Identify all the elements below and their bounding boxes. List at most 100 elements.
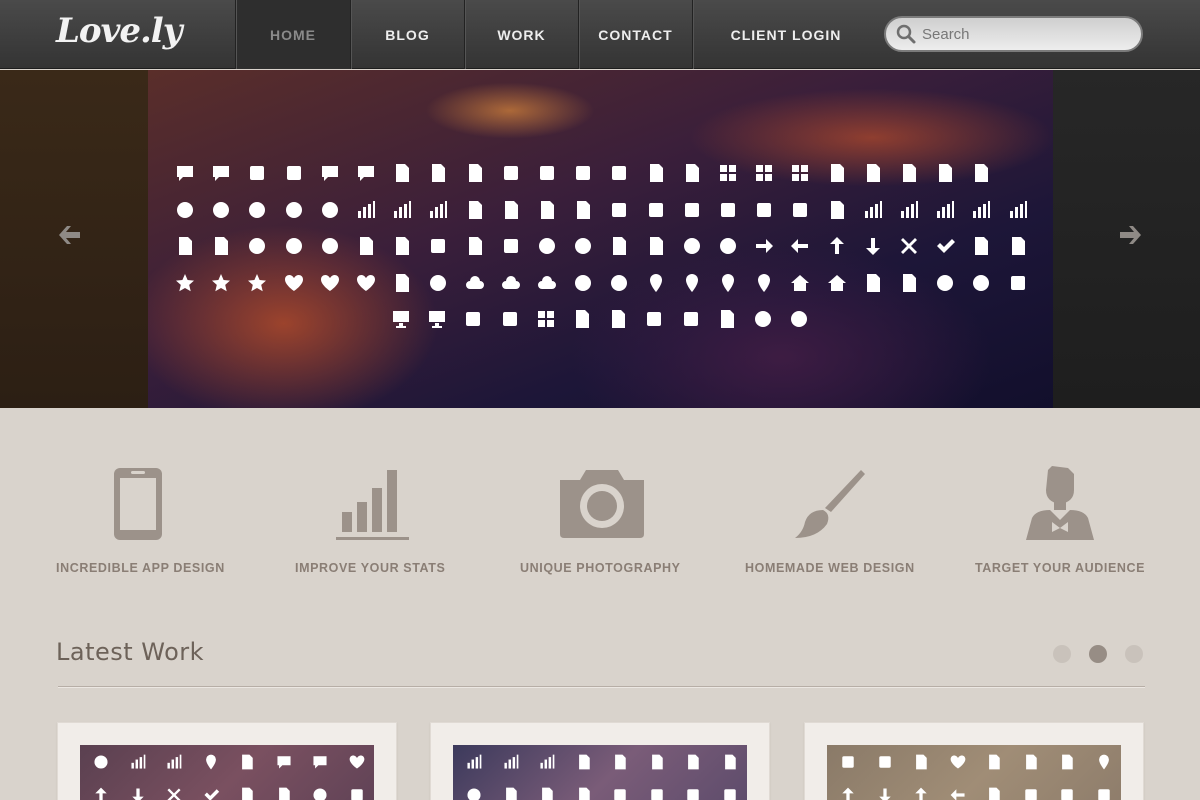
hero-set-circle-icon (249, 238, 266, 254)
bar-chart-icon (336, 470, 409, 540)
search-box[interactable] (884, 16, 1143, 52)
hero-set-doc-icon (215, 237, 229, 255)
hero-set-square-icon (757, 202, 772, 217)
nav-client-login[interactable]: CLIENT LOGIN (692, 0, 879, 69)
hero-set-arrowL-icon (791, 239, 809, 253)
arrow-right-icon[interactable] (1110, 215, 1150, 255)
nav-work[interactable]: WORK (464, 0, 578, 69)
hero-set-monitor-icon (393, 311, 409, 328)
icon-set-grid (148, 70, 1053, 408)
hero-set-circle-icon (285, 238, 302, 254)
top-nav-bar: Love.ly HOME BLOG WORK CONTACT CLIENT LO… (0, 0, 1200, 69)
person-icon (1026, 466, 1094, 540)
pager-dot-2[interactable] (1089, 645, 1107, 663)
hero-set-doc-icon (866, 164, 880, 182)
hero-set-grid-icon (756, 165, 773, 181)
hero-set-monitor-icon (429, 311, 446, 328)
thumb-check-icon (203, 789, 219, 800)
hero-slider (0, 70, 1200, 408)
search-icon (896, 24, 916, 44)
work-thumbnail-2 (453, 745, 747, 800)
thumb-bars-icon (167, 754, 182, 769)
work-card-1[interactable] (57, 722, 397, 800)
hero-set-doc-icon (576, 310, 589, 328)
thumb-x-icon (167, 788, 181, 800)
search-input[interactable] (922, 19, 1122, 49)
nav-contact[interactable]: CONTACT (578, 0, 692, 69)
hero-set-doc-icon (179, 237, 192, 255)
feature-label-web-design: HOMEMADE WEB DESIGN (745, 561, 915, 575)
hero-set-star-icon (176, 273, 194, 291)
thumb-doc-icon (1062, 754, 1073, 770)
thumb-down-icon (131, 788, 144, 800)
arrow-left-icon[interactable] (50, 215, 90, 255)
hero-set-doc-icon (468, 164, 482, 182)
work-card-2[interactable] (430, 722, 770, 800)
nav-home[interactable]: HOME (235, 0, 350, 69)
hero-set-x-icon (901, 238, 917, 254)
thumb-bars-icon (503, 754, 518, 769)
hero-set-square-icon (503, 239, 518, 253)
thumb-doc-icon (278, 787, 290, 800)
work-card-3[interactable] (804, 722, 1144, 800)
hero-set-doc-icon (613, 237, 627, 255)
thumb-square-icon (687, 789, 699, 800)
thumb-circle-icon (94, 755, 108, 769)
thumb-square-icon (1061, 789, 1073, 800)
hero-set-grid-icon (792, 165, 809, 181)
pager-dot-3[interactable] (1125, 645, 1143, 663)
thumb-doc-icon (989, 787, 1000, 800)
feature-label-app-design: INCREDIBLE APP DESIGN (56, 561, 225, 575)
hero-set-bars-icon (901, 200, 918, 218)
nav-blog-label: BLOG (385, 26, 430, 43)
hero-set-house-icon (791, 274, 810, 291)
hero-set-doc-icon (396, 273, 410, 292)
thumb-square-icon (350, 789, 363, 800)
feature-label-photography: UNIQUE PHOTOGRAPHY (520, 561, 681, 575)
hero-set-bars-icon (864, 200, 882, 218)
nav-blog[interactable]: BLOG (350, 0, 464, 69)
thumb-bars-icon (467, 754, 482, 769)
hero-set-doc-icon (396, 237, 410, 255)
hero-set-bars-icon (937, 200, 955, 218)
hero-set-bubble-icon (321, 166, 338, 181)
hero-set-doc-icon (468, 200, 482, 219)
thumb-doc-icon (578, 787, 590, 800)
hero-set-pin-icon (722, 273, 734, 292)
hero-set-house-icon (827, 274, 846, 291)
hero-set-doc-icon (975, 164, 989, 182)
site-logo[interactable]: Love.ly (56, 11, 182, 51)
hero-set-circle-icon (430, 274, 447, 291)
brush-icon (795, 470, 865, 538)
thumb-doc-icon (242, 754, 253, 770)
hero-set-doc-icon (720, 310, 734, 328)
hero-set-up-icon (829, 237, 844, 254)
hero-set-grid-icon (720, 165, 736, 181)
hero-set-check-icon (937, 239, 956, 253)
tablet-icon (114, 468, 162, 540)
thumb-bubble-icon (276, 756, 291, 769)
thumb-doc-icon (1025, 754, 1037, 770)
thumb-doc-icon (578, 754, 590, 770)
hero-set-pin-icon (758, 273, 771, 292)
hero-set-bars-icon (430, 200, 448, 218)
thumb-circle-icon (467, 788, 481, 800)
thumb-doc-icon (651, 754, 663, 770)
hero-set-square-icon (612, 202, 627, 217)
thumb-arrowL-icon (950, 789, 965, 800)
hero-set-circle-icon (321, 238, 338, 254)
thumb-doc-icon (542, 787, 553, 800)
thumb-doc-icon (505, 787, 517, 800)
thumb-square-icon (650, 789, 663, 800)
thumb-circle-icon (313, 788, 327, 800)
hero-set-cloud-icon (501, 275, 520, 289)
hero-set-circle-icon (249, 201, 266, 218)
hero-set-square-icon (286, 166, 301, 180)
pager-dot-1[interactable] (1053, 645, 1071, 663)
hero-set-doc-icon (866, 273, 880, 292)
hero-set-doc-icon (649, 237, 663, 255)
hero-set-grid-icon (537, 311, 554, 327)
hero-set-square-icon (683, 312, 698, 326)
thumb-doc-icon (916, 754, 927, 770)
hero-set-star-icon (212, 273, 231, 291)
